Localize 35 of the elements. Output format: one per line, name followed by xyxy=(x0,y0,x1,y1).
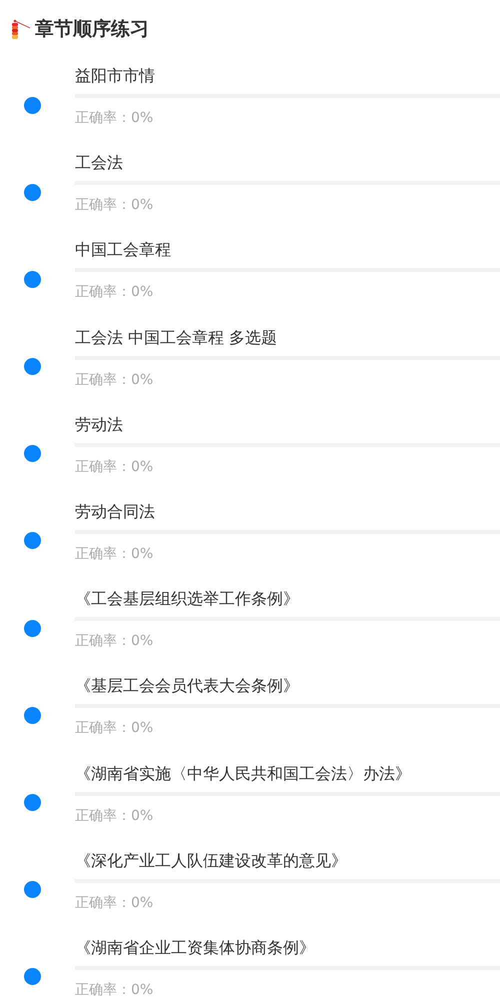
bullet-dot xyxy=(24,445,40,462)
accuracy-text: 正确率：0% xyxy=(75,196,154,216)
bullet-dot xyxy=(24,270,40,288)
chapter-title[interactable]: 《基层工会会员代表大会条例》 xyxy=(75,676,500,696)
bullet-dot xyxy=(24,358,40,376)
bullet-dot xyxy=(24,794,40,811)
bullet-dot xyxy=(24,706,40,724)
bullet-dot xyxy=(24,620,40,637)
bullet-dot xyxy=(24,881,40,898)
accuracy-text: 正确率：0% xyxy=(75,109,154,128)
chapter-title[interactable]: 《湖南省实施〈中华人民共和国工会法〉办法》 xyxy=(75,764,500,784)
page-title: 章节顺序练习 xyxy=(35,17,149,41)
accuracy-text: 正确率：0% xyxy=(75,632,154,652)
chapter-title[interactable]: 工会法 中国工会章程 多选题 xyxy=(75,328,500,348)
accuracy-text: 正确率：0% xyxy=(75,719,154,738)
chapter-title[interactable]: 《工会基层组织选举工作条例》 xyxy=(75,589,500,610)
accuracy-text: 正确率：0% xyxy=(75,544,154,564)
chapter-title[interactable]: 《深化产业工人队伍建设改革的意见》 xyxy=(75,850,500,871)
chapter-title[interactable]: 劳动合同法 xyxy=(75,502,500,522)
accuracy-text: 正确率：0% xyxy=(75,283,154,302)
accuracy-text: 正确率：0% xyxy=(75,894,154,913)
accuracy-text: 正确率：0% xyxy=(75,980,154,999)
accuracy-text: 正确率：0% xyxy=(75,806,154,826)
chapter-title[interactable]: 益阳市市情 xyxy=(75,66,500,86)
chapter-title[interactable]: 中国工会章程 xyxy=(75,240,500,260)
bullet-dot xyxy=(24,968,40,986)
chapter-title[interactable]: 工会法 xyxy=(75,153,500,174)
bullet-dot xyxy=(24,184,40,201)
chapter-title[interactable]: 劳动法 xyxy=(75,414,500,435)
accuracy-text: 正确率：0% xyxy=(75,370,154,390)
bullet-dot xyxy=(24,532,40,550)
bullet-dot xyxy=(24,96,40,114)
chapter-title[interactable]: 《湖南省企业工资集体协商条例》 xyxy=(75,938,500,958)
accuracy-text: 正确率：0% xyxy=(75,458,154,477)
firecracker-icon xyxy=(10,17,32,41)
